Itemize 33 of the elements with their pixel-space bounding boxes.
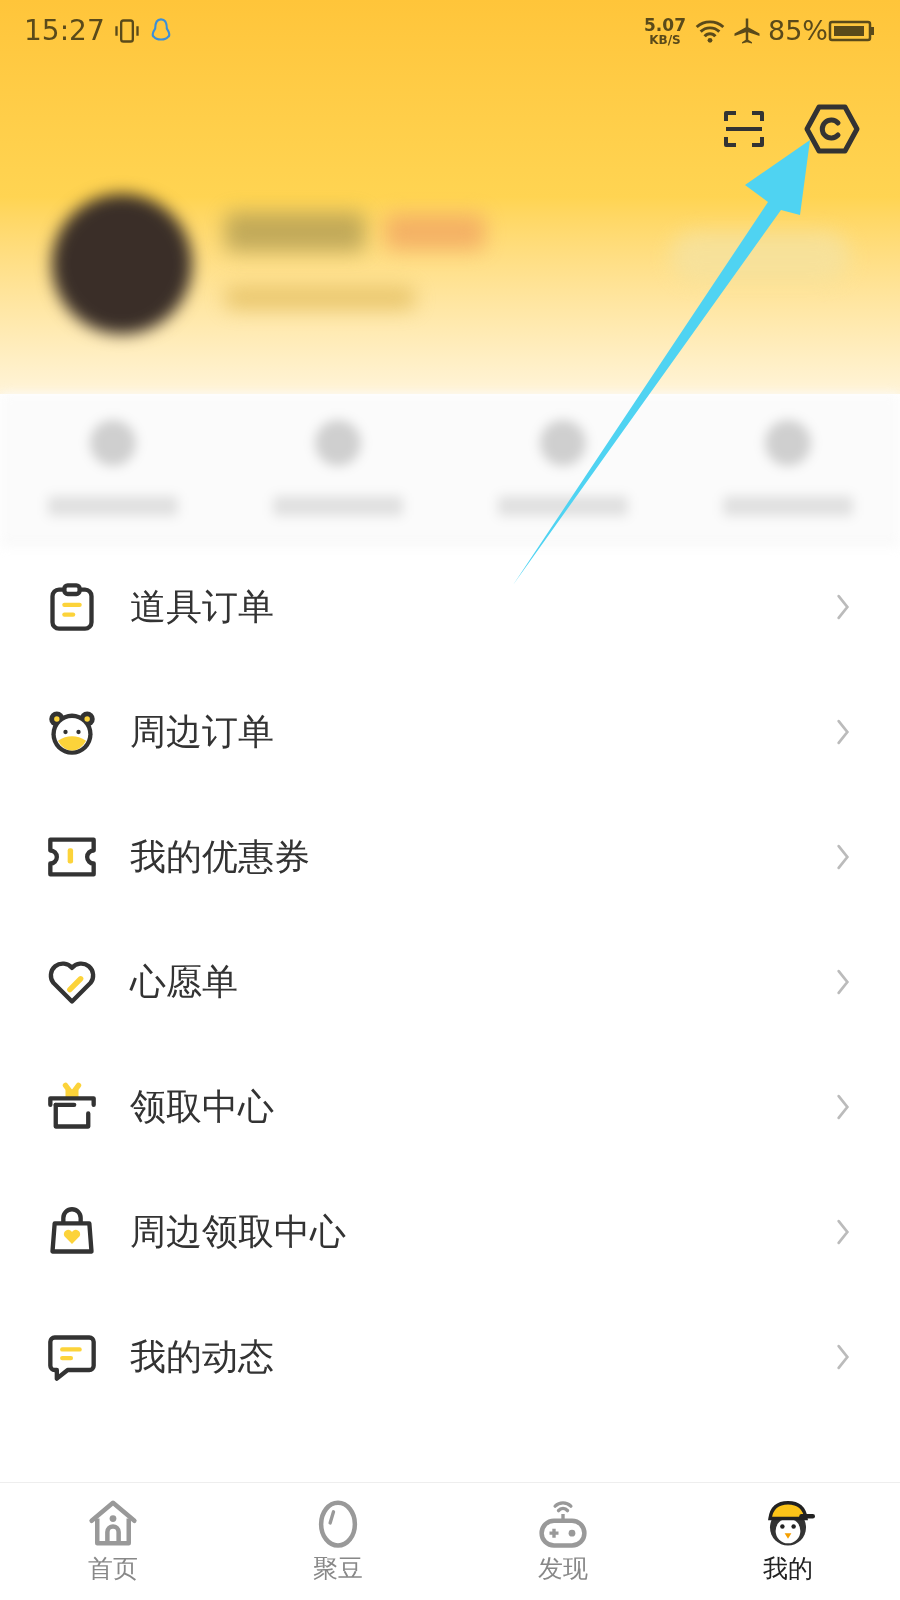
tab-item[interactable]: 聚豆 bbox=[225, 1483, 450, 1600]
chevron-right-icon bbox=[836, 718, 850, 745]
network-speed: 5.07 bbox=[644, 16, 686, 34]
chevron-right-icon bbox=[836, 593, 850, 620]
tab-item[interactable]: 首页 bbox=[0, 1483, 225, 1600]
chevron-right-icon bbox=[836, 1343, 850, 1370]
menu-label: 我的优惠券 bbox=[130, 834, 311, 879]
menu-label: 周边订单 bbox=[130, 709, 275, 754]
menu-label: 领取中心 bbox=[130, 1084, 275, 1129]
menu-label: 周边领取中心 bbox=[130, 1209, 347, 1254]
menu-label: 心愿单 bbox=[130, 959, 239, 1004]
menu-item[interactable]: 周边领取中心 bbox=[0, 1169, 900, 1294]
menu-item[interactable]: 我的优惠券 bbox=[0, 794, 900, 919]
menu-label: 我的动态 bbox=[130, 1334, 275, 1379]
menu-item[interactable]: 领取中心 bbox=[0, 1044, 900, 1169]
airplane-icon bbox=[732, 16, 762, 46]
menu-item[interactable]: 心愿单 bbox=[0, 919, 900, 1044]
vibrate-icon bbox=[112, 17, 141, 45]
menu-item[interactable]: 道具订单 bbox=[0, 544, 900, 669]
status-time: 15:27 bbox=[24, 13, 105, 49]
chevron-right-icon bbox=[836, 843, 850, 870]
battery-percent: 85% bbox=[768, 13, 828, 48]
chevron-right-icon bbox=[836, 1093, 850, 1120]
chevron-right-icon bbox=[836, 968, 850, 995]
chevron-right-icon bbox=[836, 1218, 850, 1245]
speed-unit: KB/S bbox=[649, 33, 681, 46]
tab-item[interactable]: 发现 bbox=[450, 1483, 675, 1600]
tab-item[interactable]: 我的 bbox=[675, 1483, 900, 1600]
menu-item[interactable]: 周边订单 bbox=[0, 669, 900, 794]
menu-item[interactable]: 我的动态 bbox=[0, 1294, 900, 1419]
battery-icon bbox=[828, 18, 876, 44]
settings-button[interactable] bbox=[804, 104, 860, 154]
menu-label: 道具订单 bbox=[130, 584, 275, 629]
